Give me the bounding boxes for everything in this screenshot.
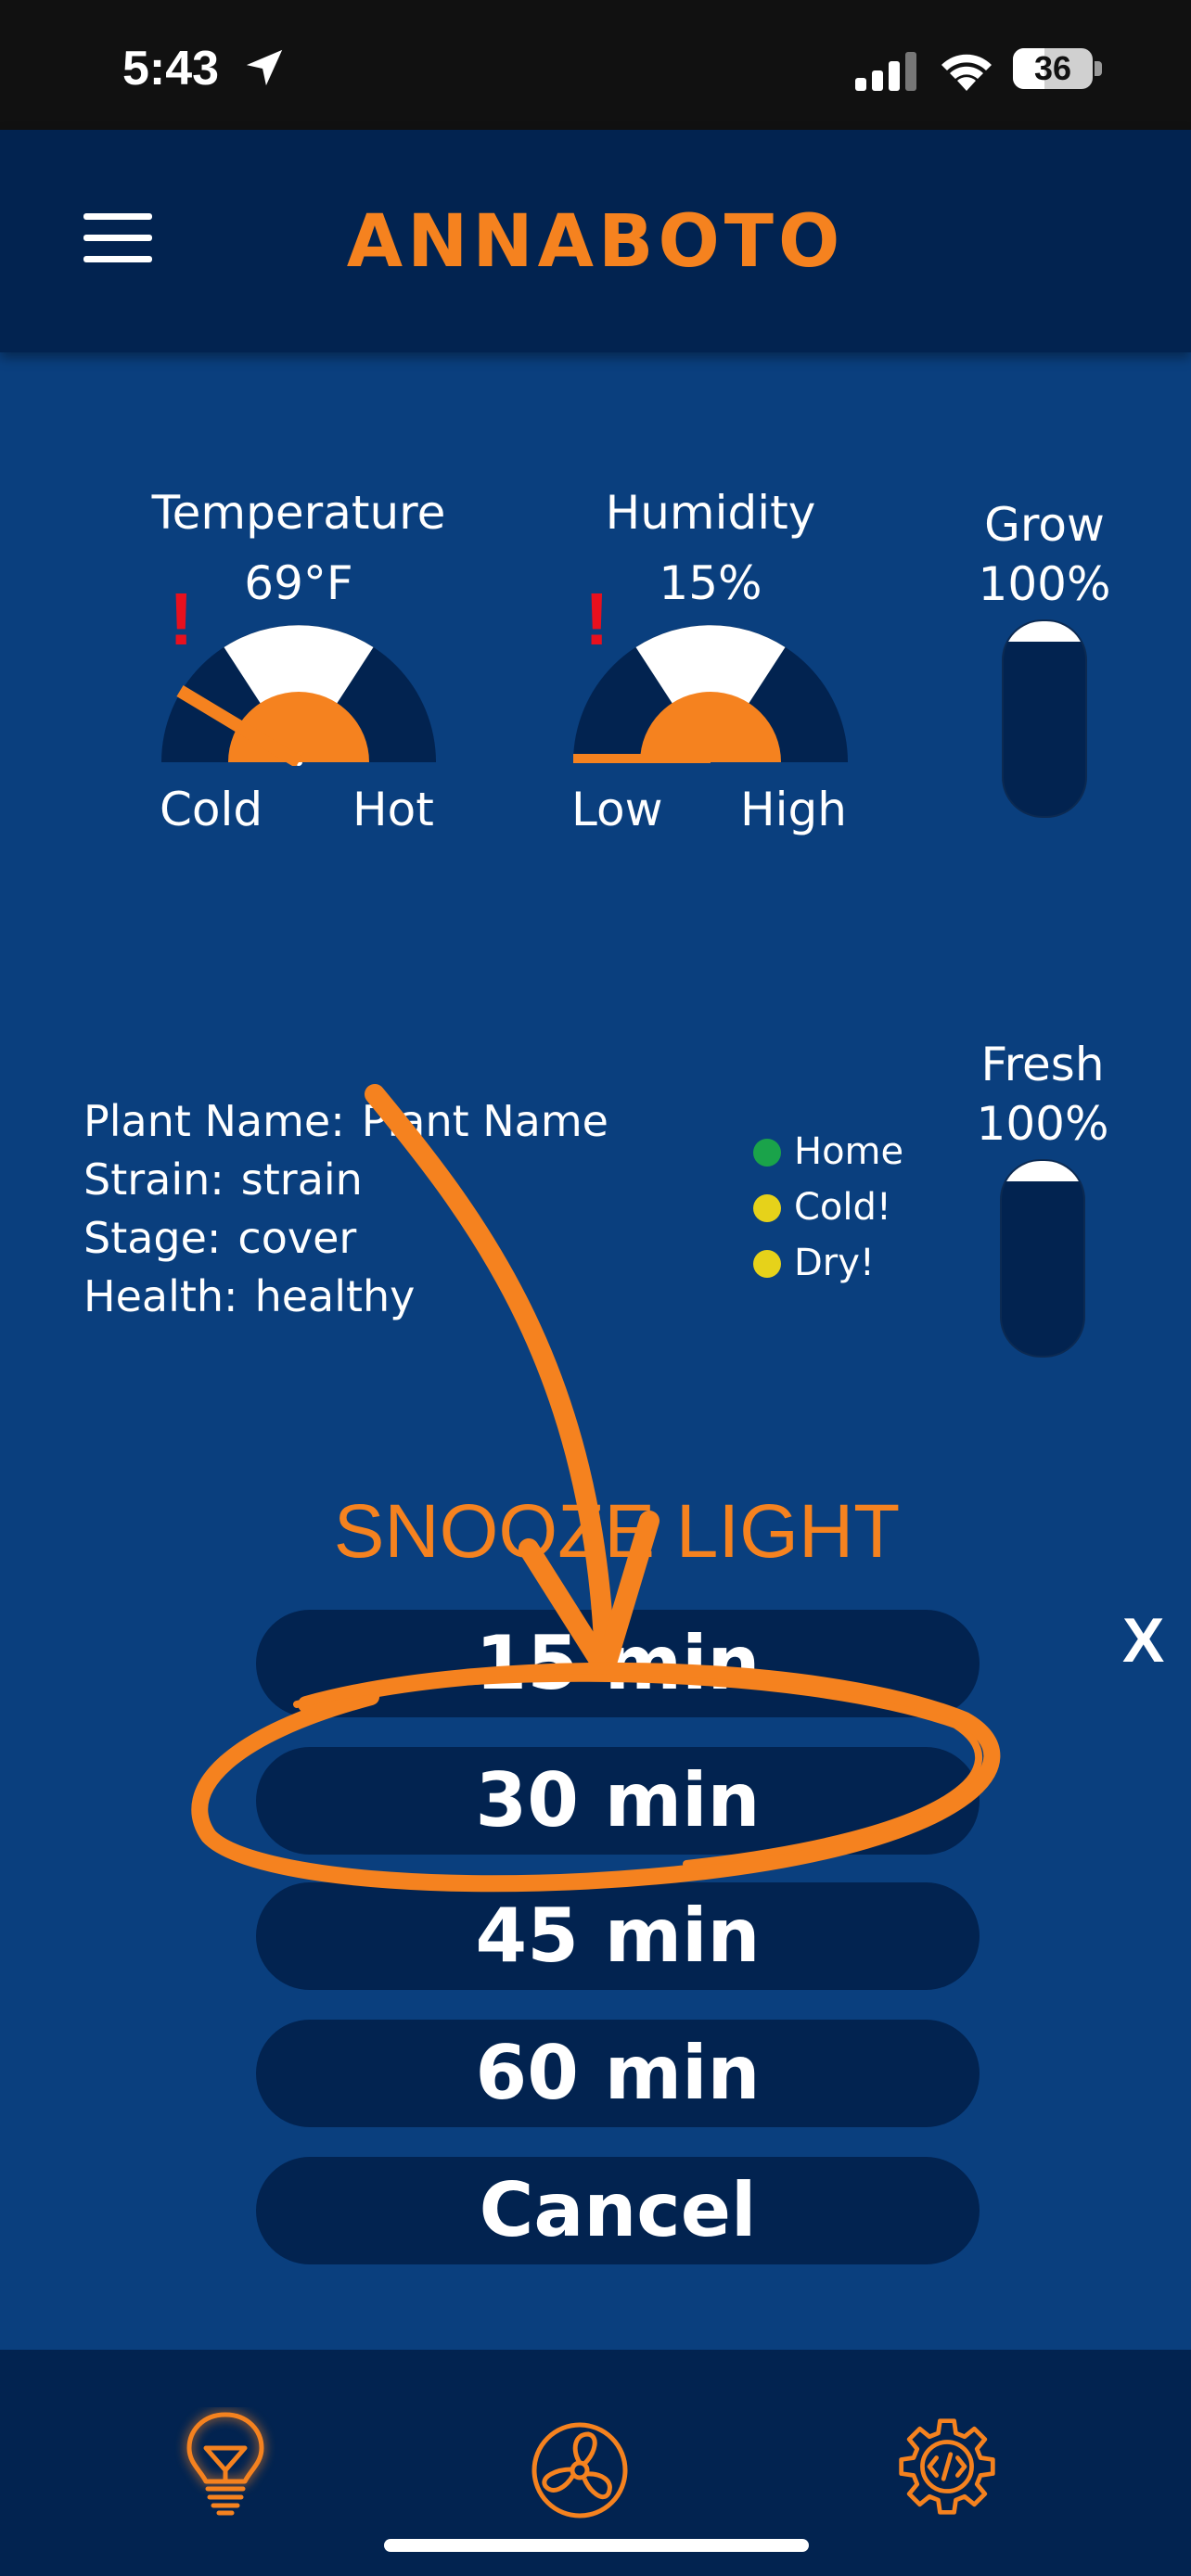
gear-code-icon[interactable]	[896, 2411, 998, 2522]
snooze-45-button[interactable]: 45 min	[256, 1882, 980, 1990]
health-label: Health:	[83, 1271, 238, 1321]
yellow-dot-icon	[753, 1194, 781, 1222]
humidity-title: Humidity	[605, 486, 816, 540]
fresh-air-slider[interactable]	[1000, 1159, 1085, 1358]
temperature-value: 69°F	[244, 556, 353, 610]
fan-icon[interactable]	[529, 2415, 631, 2526]
humidity-value: 15%	[659, 556, 762, 610]
grow-value: 100%	[978, 557, 1111, 611]
snooze-15-button[interactable]: 15 min	[256, 1610, 980, 1717]
stage-label: Stage:	[83, 1213, 222, 1263]
plant-name-value: Plant Name	[361, 1096, 608, 1146]
stage-value: cover	[237, 1213, 357, 1263]
yellow-dot-icon	[753, 1250, 781, 1278]
wifi-icon	[941, 54, 992, 91]
humidity-gauge	[573, 625, 848, 763]
location-arrow-icon	[246, 49, 283, 86]
humidity-high-label: High	[740, 783, 847, 836]
cellular-signal-icon	[855, 52, 916, 91]
status-indicators: Home Cold! Dry!	[753, 1124, 903, 1291]
home-indicator	[384, 2539, 809, 2552]
status-item-cold: Cold!	[753, 1180, 903, 1235]
lightbulb-icon[interactable]	[174, 2407, 276, 2519]
temperature-gauge	[161, 625, 436, 766]
humidity-low-label: Low	[571, 783, 663, 836]
snooze-cancel-button[interactable]: Cancel	[256, 2157, 980, 2264]
snooze-30-button[interactable]: 30 min	[256, 1747, 980, 1855]
grow-light-slider[interactable]	[1002, 619, 1087, 818]
snooze-60-button[interactable]: 60 min	[256, 2020, 980, 2127]
health-value: healthy	[254, 1271, 416, 1321]
snooze-light-title: SNOOZE LIGHT	[333, 1489, 901, 1574]
battery-level: 36	[1033, 49, 1072, 87]
temperature-low-label: Cold	[160, 783, 263, 836]
status-time: 5:43	[122, 42, 220, 96]
fresh-value: 100%	[976, 1097, 1109, 1151]
battery-indicator: 36	[1013, 48, 1104, 91]
plant-info: Plant Name: Plant Name Strain: strain Stag…	[83, 1092, 608, 1326]
temperature-high-label: Hot	[352, 783, 434, 836]
app-title: ANNABOTO	[346, 200, 845, 284]
strain-value: strain	[240, 1154, 363, 1205]
fresh-label: Fresh	[980, 1038, 1105, 1091]
green-dot-icon	[753, 1139, 781, 1167]
temperature-title: Temperature	[151, 486, 446, 540]
status-item-dry: Dry!	[753, 1235, 903, 1291]
close-button[interactable]: X	[1122, 1604, 1164, 1677]
grow-label: Grow	[984, 498, 1105, 552]
status-item-home: Home	[753, 1124, 903, 1180]
strain-label: Strain:	[83, 1154, 224, 1205]
plant-name-label: Plant Name:	[83, 1096, 345, 1146]
